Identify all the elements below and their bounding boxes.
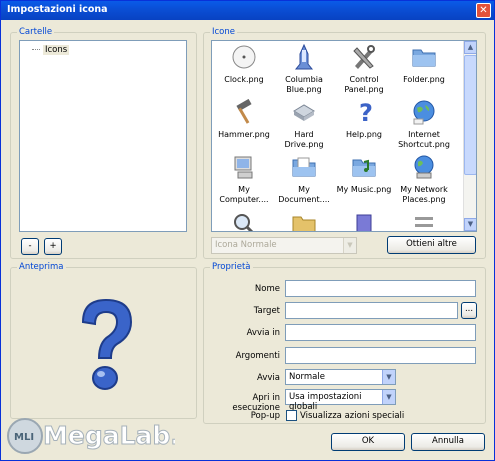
scroll-up-button[interactable]: ▲	[464, 41, 476, 54]
settings-icon	[415, 217, 433, 227]
icons-scrollbar[interactable]: ▲ ▼	[463, 41, 476, 231]
popup-checkbox[interactable]	[286, 410, 297, 421]
globe-icon	[413, 100, 435, 125]
hard-drive-icon	[293, 104, 315, 121]
start-label: Avvia	[257, 373, 280, 383]
svg-text:?: ?	[359, 99, 373, 125]
icon-item[interactable]	[274, 211, 334, 231]
help-icon: ?	[359, 99, 373, 127]
icon-item[interactable]: My Music.png	[334, 154, 394, 195]
start-in-field[interactable]	[285, 324, 476, 341]
music-folder-icon	[352, 159, 376, 177]
folder-icon	[292, 216, 316, 231]
clock-icon	[232, 45, 256, 69]
icon-item[interactable]	[214, 211, 274, 231]
documents-folder-icon	[292, 157, 316, 177]
icon-item[interactable]: Columbia Blue.png	[274, 43, 334, 95]
run-as-label: Apri in esecuzione	[232, 393, 280, 413]
scroll-down-button[interactable]: ▼	[464, 218, 476, 231]
name-field[interactable]	[285, 280, 476, 297]
icons-group: Icone Clock.png Columbia Blue.png Contro…	[203, 27, 486, 259]
add-folder-button[interactable]: +	[44, 238, 62, 255]
icon-item[interactable]: Control Panel.png	[334, 44, 394, 95]
close-icon: ✕	[479, 5, 488, 16]
properties-legend: Proprietà	[210, 262, 253, 272]
dialog-window: Impostazioni icona ✕ Cartelle Icons - + …	[0, 0, 495, 461]
title-bar: Impostazioni icona ✕	[1, 1, 494, 20]
start-in-label: Avvia in	[246, 328, 280, 338]
shuttle-icon	[294, 43, 314, 70]
preview-group: Anteprima	[10, 262, 197, 419]
icon-item[interactable]	[394, 211, 454, 231]
ok-button[interactable]: OK	[331, 433, 405, 451]
cancel-button[interactable]: Annulla	[411, 433, 485, 451]
chevron-down-icon: ▼	[467, 220, 474, 228]
icon-item[interactable]: Folder.png	[394, 44, 454, 85]
properties-group: Proprietà Nome Target ... Avvia in Argom…	[203, 262, 486, 424]
icon-item[interactable]	[334, 211, 394, 231]
network-globe-icon	[414, 155, 434, 179]
folders-tree[interactable]: Icons	[19, 40, 187, 232]
target-field[interactable]	[285, 302, 458, 319]
preview-legend: Anteprima	[17, 262, 66, 272]
icon-item[interactable]: Clock.png	[214, 44, 274, 85]
icon-item[interactable]: Hard Drive.png	[274, 99, 334, 150]
browse-button[interactable]: ...	[461, 302, 477, 319]
folder-icon	[412, 49, 436, 67]
tools-icon	[353, 45, 375, 69]
window-title: Impostazioni icona	[7, 4, 108, 15]
svg-text:MLI: MLI	[14, 432, 34, 443]
icon-item[interactable]: My Computer....	[214, 154, 274, 205]
get-more-button[interactable]: Ottieni altre	[387, 236, 476, 254]
icon-size-select[interactable]: Icona Normale ▼	[211, 237, 357, 254]
folders-group: Cartelle Icons - +	[10, 27, 197, 259]
book-icon	[356, 214, 372, 231]
icon-item[interactable]: Hammer.png	[214, 98, 274, 140]
target-label: Target	[253, 306, 280, 316]
watermark-logo: MLI MegaLab.it	[5, 406, 201, 458]
folders-legend: Cartelle	[17, 27, 55, 37]
chevron-down-icon: ▼	[382, 390, 395, 404]
megalab-logo: MLI MegaLab.it	[7, 418, 201, 454]
name-label: Nome	[254, 284, 280, 294]
help-icon	[81, 298, 133, 390]
search-icon	[234, 214, 254, 231]
popup-label: Pop-up	[250, 411, 280, 421]
chevron-down-icon: ▼	[343, 238, 356, 253]
computer-icon	[234, 156, 253, 179]
scroll-thumb[interactable]	[464, 55, 476, 175]
icons-list[interactable]: Clock.png Columbia Blue.png Control Pane…	[211, 40, 477, 232]
remove-folder-button[interactable]: -	[21, 238, 39, 255]
chevron-up-icon: ▲	[467, 43, 474, 51]
arguments-label: Argomenti	[235, 351, 280, 361]
icon-item[interactable]: My Document....	[274, 154, 334, 205]
chevron-down-icon: ▼	[382, 370, 395, 384]
tree-item-icons[interactable]: Icons	[32, 45, 70, 55]
hammer-icon	[236, 98, 252, 124]
icon-item[interactable]: Internet Shortcut.png	[394, 99, 454, 150]
popup-checkbox-label: Visualizza azioni speciali	[300, 411, 405, 421]
arguments-field[interactable]	[285, 347, 476, 364]
icon-item[interactable]: My Network Places.png	[394, 154, 454, 205]
svg-text:MegaLab.it: MegaLab.it	[43, 421, 175, 450]
start-mode-select[interactable]: Normale ▼	[285, 369, 396, 385]
close-button[interactable]: ✕	[476, 3, 491, 18]
icon-item[interactable]: ? Help.png	[334, 99, 394, 140]
icons-legend: Icone	[210, 27, 237, 37]
run-as-select[interactable]: Usa impostazioni globali ▼	[285, 389, 396, 412]
